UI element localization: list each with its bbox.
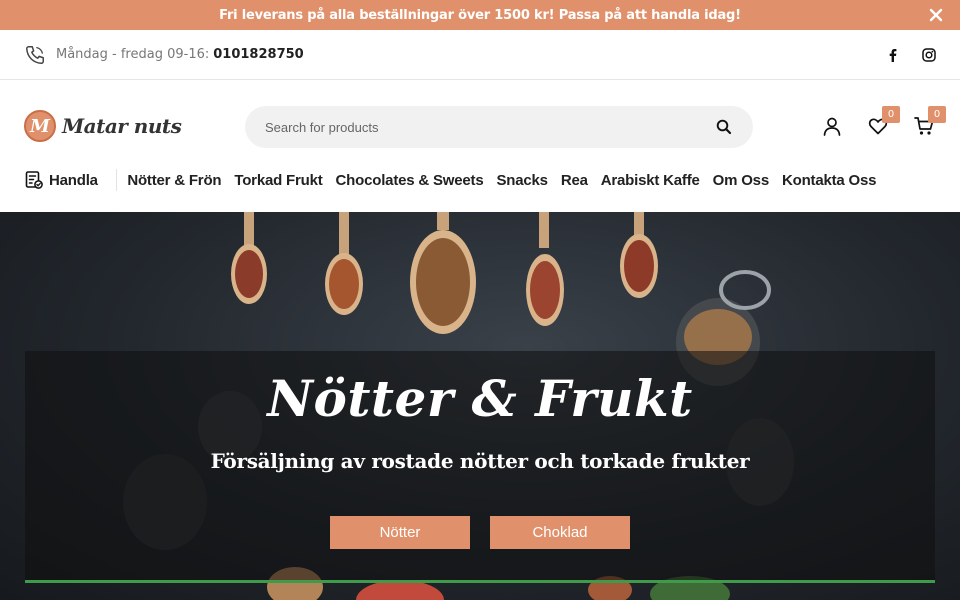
- nav-item-rea[interactable]: Rea: [554, 172, 594, 189]
- nav-item-kontakta-oss[interactable]: Kontakta Oss: [775, 172, 882, 189]
- nav-item-torkad-frukt[interactable]: Torkad Frukt: [228, 172, 329, 189]
- nav-item-notter-fron[interactable]: Nötter & Frön: [121, 172, 228, 189]
- nav-item-snacks[interactable]: Snacks: [490, 172, 554, 189]
- hero-subtitle: Försäljning av rostade nötter och torkad…: [210, 449, 750, 473]
- opening-hours: Måndag - fredag 09-16:: [56, 47, 210, 62]
- wishlist-button[interactable]: 0: [868, 106, 900, 136]
- phone-number[interactable]: 0101828750: [213, 47, 303, 62]
- nav-item-om-oss[interactable]: Om Oss: [706, 172, 775, 189]
- social-links: [886, 47, 936, 62]
- nav-shop-label: Handla: [49, 171, 98, 189]
- site-header: M Matar nuts 0 0: [0, 80, 960, 172]
- info-bar: Måndag - fredag 09-16: 0101828750: [0, 30, 960, 80]
- close-icon[interactable]: [926, 5, 946, 25]
- promo-text: Fri leverans på alla beställningar över …: [219, 7, 741, 23]
- nav-item-arabiskt-kaffe[interactable]: Arabiskt Kaffe: [594, 172, 706, 189]
- logo-mark: M: [24, 110, 56, 142]
- logo-text: Matar nuts: [62, 114, 182, 138]
- promo-bar: Fri leverans på alla beställningar över …: [0, 0, 960, 30]
- logo[interactable]: M Matar nuts: [24, 110, 182, 142]
- search-bar: [245, 106, 753, 148]
- header-actions: 0 0: [822, 106, 946, 136]
- search-icon[interactable]: [715, 118, 733, 136]
- hero-overlay: Nötter & Frukt Försäljning av rostade nö…: [25, 351, 935, 583]
- hero-title: Nötter & Frukt: [267, 369, 693, 428]
- instagram-icon[interactable]: [922, 47, 936, 62]
- user-icon[interactable]: [822, 116, 842, 136]
- phone-icon: [26, 45, 44, 64]
- spoon-illustration: [231, 212, 658, 334]
- search-input[interactable]: [265, 119, 715, 135]
- nav-item-chocolates-sweets[interactable]: Chocolates & Sweets: [329, 172, 490, 189]
- hero-button-choklad[interactable]: Choklad: [490, 516, 630, 549]
- shop-list-icon: [25, 171, 43, 189]
- cart-count: 0: [928, 106, 946, 123]
- facebook-icon[interactable]: [886, 48, 900, 62]
- hero-banner: Nötter & Frukt Försäljning av rostade nö…: [0, 212, 960, 600]
- wishlist-count: 0: [882, 106, 900, 123]
- cart-button[interactable]: 0: [914, 106, 946, 136]
- nav-shop[interactable]: Handla: [24, 169, 117, 191]
- hero-button-notter[interactable]: Nötter: [330, 516, 470, 549]
- main-nav: Handla Nötter & Frön Torkad Frukt Chocol…: [0, 160, 960, 200]
